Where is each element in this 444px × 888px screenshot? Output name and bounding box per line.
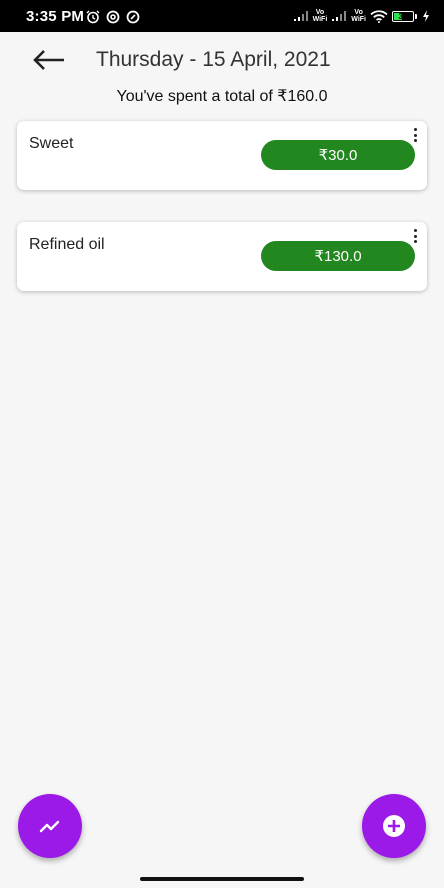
data-saver-icon — [106, 10, 120, 24]
status-right-icons: Vo WiFi Vo WiFi 30 — [293, 9, 430, 23]
home-indicator[interactable] — [140, 877, 304, 881]
expense-label: Sweet — [29, 135, 74, 152]
back-button[interactable] — [28, 44, 70, 76]
status-bar: 3:35 PM Vo WiFi Vo WiFi 30 — [0, 0, 444, 32]
signal-icon — [332, 11, 347, 21]
status-left-icons — [86, 10, 140, 24]
statistics-fab[interactable] — [18, 794, 82, 858]
add-circle-icon — [383, 815, 405, 837]
page-title: Thursday - 15 April, 2021 — [96, 48, 331, 71]
arrow-left-icon — [33, 50, 64, 70]
expense-amount[interactable]: ₹130.0 — [261, 241, 415, 271]
battery-icon: 30 — [392, 10, 417, 22]
status-time: 3:35 PM — [26, 8, 85, 25]
expense-amount[interactable]: ₹30.0 — [261, 140, 415, 170]
wifi-icon — [370, 9, 388, 23]
trending-up-icon — [39, 820, 60, 833]
notification-icon — [126, 10, 140, 24]
expense-card[interactable]: Sweet ₹30.0 — [17, 121, 427, 190]
signal-icon — [293, 11, 308, 21]
add-expense-fab[interactable] — [362, 794, 426, 858]
total-spent-text: You've spent a total of ₹160.0 — [116, 88, 328, 105]
vowifi-icon: Vo WiFi — [351, 9, 366, 23]
charging-icon — [423, 10, 429, 22]
alarm-icon — [86, 10, 100, 24]
battery-level: 30 — [398, 11, 408, 21]
expense-label: Refined oil — [29, 236, 105, 253]
more-vert-icon[interactable] — [411, 227, 419, 245]
vowifi-icon: Vo WiFi — [312, 9, 328, 23]
more-vert-icon[interactable] — [411, 126, 419, 144]
expense-card[interactable]: Refined oil ₹130.0 — [17, 222, 427, 291]
